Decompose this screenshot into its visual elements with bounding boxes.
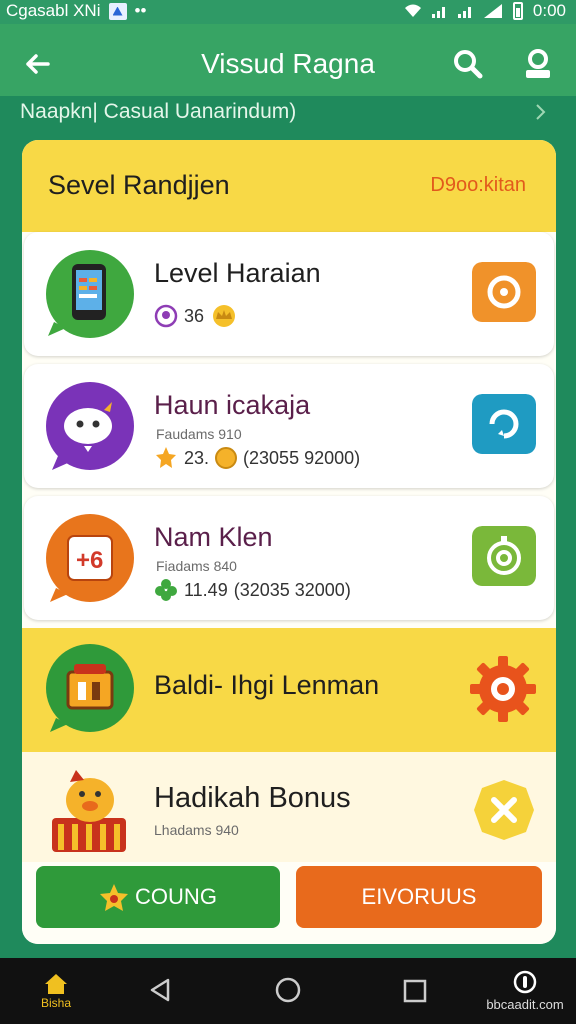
nav-home-label: Bisha: [40, 996, 72, 1010]
star-badge-icon: [156, 447, 176, 468]
item-name: Level Haraian: [154, 258, 321, 288]
item-meta: 23. (23055 92000): [154, 446, 360, 470]
card-title: Sevel Randjjen: [48, 170, 230, 200]
coin-icon: [215, 447, 238, 469]
home-icon: [45, 974, 67, 994]
card-header: Sevel Randjjen D9oo:kitan: [22, 140, 556, 232]
bonus-subtitle: Lhadams 940: [154, 822, 239, 838]
wifi-icon: [404, 4, 421, 17]
item-meta: 36: [154, 304, 238, 328]
item-meta-value: 23.: [184, 447, 210, 468]
featured-row[interactable]: Baldi- Ihgi Lenman: [22, 628, 556, 752]
ghost-app-icon: [46, 382, 134, 470]
levels-card: Sevel Randjjen D9oo:kitan Level Haraian …: [22, 140, 556, 944]
info-circle-icon: [513, 970, 537, 994]
timer-button[interactable]: [472, 526, 536, 586]
signal-icon: [431, 7, 445, 18]
bonus-row[interactable]: Hadikah Bonus Lhadams 940: [22, 752, 556, 862]
list-item[interactable]: +6 Nam Klen Fiadams 840 11.49 (32035 320…: [24, 496, 554, 620]
status-left-text: Cgasabl XNi: [6, 1, 101, 20]
play-button[interactable]: [472, 262, 536, 322]
badge-icon: [154, 304, 178, 328]
nav-watermark-label: bbcaadit.com: [486, 997, 564, 1012]
status-bar: Cgasabl XNi •• 0:00: [0, 0, 576, 24]
list-item[interactable]: Level Haraian 36: [24, 232, 554, 356]
status-dots: ••: [134, 1, 147, 20]
gear-icon[interactable]: [468, 654, 538, 724]
nav-home[interactable]: Bisha: [34, 972, 78, 1018]
back-triangle-icon[interactable]: [146, 976, 174, 1004]
clover-icon: [155, 579, 177, 601]
eivoruus-button-label: EIVORUUS: [361, 884, 477, 909]
mascot-icon: [52, 770, 126, 852]
item-name: Haun icakaja: [154, 390, 311, 420]
system-nav-bar: Bisha bbcaadit.com: [0, 958, 576, 1024]
item-meta-value: 36: [184, 305, 205, 326]
chevron-right-icon: [536, 104, 546, 120]
action-bar: COUNG EIVORUUS: [22, 862, 556, 944]
cell-signal-icon: [483, 4, 502, 18]
item-meta: 11.49 (32035 32000): [154, 578, 351, 602]
item-meta-extra: (32035 32000): [233, 579, 351, 600]
coung-button-label: COUNG: [135, 884, 217, 909]
star-icon: [100, 884, 129, 912]
category-breadcrumb[interactable]: Naapkn| Casual Uanarindum): [0, 96, 576, 130]
category-text: Naapkn| Casual Uanarindum): [20, 100, 297, 123]
page-title: Vissud Ragna: [201, 48, 375, 79]
item-subtitle: Fiadams 840: [156, 558, 237, 574]
dice-app-icon: +6: [46, 514, 134, 602]
status-time: 0:00: [532, 1, 566, 20]
close-icon[interactable]: [472, 778, 536, 842]
app-bar: Vissud Ragna: [0, 24, 576, 102]
refresh-button[interactable]: [472, 394, 536, 454]
search-icon[interactable]: [450, 46, 486, 82]
svg-text:+6: +6: [76, 547, 103, 574]
signal-icon-2: [457, 7, 471, 18]
recents-square-icon[interactable]: [402, 978, 428, 1004]
phone-app-icon: [46, 250, 134, 338]
profile-icon[interactable]: [520, 46, 556, 82]
card-header-link[interactable]: D9oo:kitan: [430, 174, 526, 197]
featured-name: Baldi- Ihgi Lenman: [154, 670, 380, 700]
battery-icon: [512, 2, 523, 20]
item-meta-value: 11.49: [184, 579, 228, 600]
item-subtitle: Faudams 910: [156, 426, 242, 442]
crown-icon: [213, 305, 236, 327]
app-notification-icon: [108, 2, 127, 20]
item-name: Nam Klen: [154, 522, 273, 552]
list-item[interactable]: Haun icakaja Faudams 910 23. (23055 9200…: [24, 364, 554, 488]
item-meta-extra: (23055 92000): [243, 447, 361, 468]
bonus-name: Hadikah Bonus: [154, 782, 351, 814]
treasure-app-icon: [46, 644, 134, 732]
eivoruus-button[interactable]: EIVORUUS: [296, 866, 542, 928]
nav-watermark: bbcaadit.com: [480, 970, 570, 1020]
home-circle-icon[interactable]: [274, 976, 302, 1004]
coung-button[interactable]: COUNG: [36, 866, 280, 928]
